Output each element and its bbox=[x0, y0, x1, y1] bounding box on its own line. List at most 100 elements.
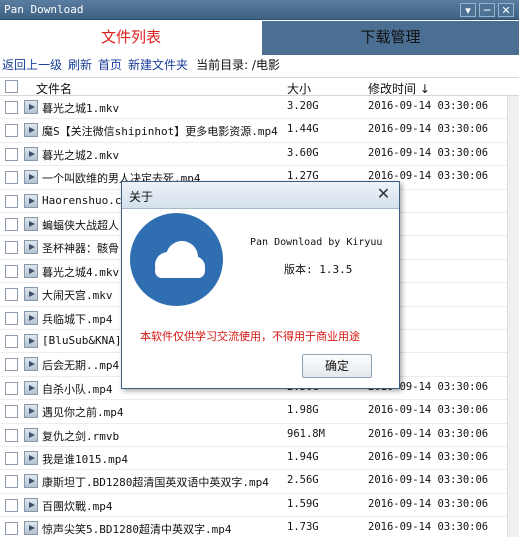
table-row[interactable]: 康斯坦丁.BD1280超清国英双语中英双字.mp4 2.56G 2016-09-14… bbox=[0, 470, 519, 494]
table-row[interactable]: 复仇之剑.rmvb 961.8M 2016-09-14 03:30:06 bbox=[0, 424, 519, 447]
row-checkbox[interactable] bbox=[5, 452, 18, 465]
file-name[interactable]: 暮光之城1.mkv bbox=[42, 100, 119, 116]
toolbar: 返回上一级 刷新 首页 新建文件夹 当前目录: /电影 bbox=[0, 55, 519, 75]
cloud-logo-icon bbox=[130, 213, 223, 306]
file-size: 1.98G bbox=[287, 404, 319, 417]
file-size: 1.44G bbox=[287, 123, 319, 136]
row-checkbox[interactable] bbox=[5, 358, 18, 372]
file-modified-time: 2016-09-14 03:30:06 bbox=[368, 146, 489, 159]
video-file-icon bbox=[24, 263, 38, 278]
video-file-icon bbox=[24, 451, 38, 465]
video-file-icon bbox=[24, 334, 38, 348]
ok-button[interactable]: 确定 bbox=[302, 354, 372, 378]
video-file-icon bbox=[24, 474, 38, 489]
file-name[interactable]: 兵临城下.mp4 bbox=[42, 311, 113, 327]
file-name[interactable]: 圣杯神器：骸骨 bbox=[42, 240, 119, 256]
table-row[interactable]: 魔S【关注微信shipinhot】更多电影资源.mp4 1.44G 2016-09-… bbox=[0, 119, 519, 143]
row-checkbox[interactable] bbox=[5, 288, 18, 302]
file-name[interactable]: 百團炊戰.mp4 bbox=[42, 498, 113, 514]
video-file-icon bbox=[24, 427, 38, 442]
file-modified-time: 2016-09-14 03:30:06 bbox=[368, 427, 489, 440]
about-dialog: 关于 ✕ Pan Download by Kiryuu 版本: 1.3.5 本软… bbox=[121, 181, 400, 389]
minimize-button[interactable]: ─ bbox=[479, 3, 495, 17]
video-file-icon bbox=[24, 521, 38, 536]
table-row[interactable]: 我是谁1015.mp4 1.94G 2016-09-14 03:30:06 bbox=[0, 447, 519, 471]
new-folder-link[interactable]: 新建文件夹 bbox=[128, 58, 188, 72]
usage-warning-text: 本软件仅供学习交流使用，不得用于商业用途 bbox=[140, 330, 360, 343]
select-all-checkbox[interactable] bbox=[5, 80, 18, 93]
video-file-icon bbox=[24, 100, 38, 114]
tab-download-manager[interactable]: 下载管理 bbox=[262, 21, 519, 55]
table-row[interactable]: 暮光之城2.mkv 3.60G 2016-09-14 03:30:06 bbox=[0, 143, 519, 167]
column-size[interactable]: 大小 bbox=[287, 80, 311, 97]
file-size: 3.60G bbox=[287, 146, 319, 159]
row-checkbox[interactable] bbox=[5, 428, 18, 442]
tab-bar: 文件列表 下载管理 bbox=[0, 21, 519, 55]
file-size: 961.8M bbox=[287, 427, 325, 440]
row-checkbox[interactable] bbox=[5, 381, 18, 395]
file-name[interactable]: 我是谁1015.mp4 bbox=[42, 451, 128, 467]
file-size: 1.59G bbox=[287, 497, 319, 510]
row-checkbox[interactable] bbox=[5, 498, 18, 512]
file-modified-time: 2016-09-14 03:30:06 bbox=[368, 451, 489, 463]
video-file-icon bbox=[24, 123, 38, 138]
row-checkbox[interactable] bbox=[5, 241, 18, 255]
file-name[interactable]: 康斯坦丁.BD1280超清国英双语中英双字.mp4 bbox=[42, 474, 269, 490]
row-checkbox[interactable] bbox=[5, 264, 18, 278]
file-name[interactable]: 魔S【关注微信shipinhot】更多电影资源.mp4 bbox=[42, 123, 278, 139]
tab-file-list[interactable]: 文件列表 bbox=[0, 21, 262, 55]
row-checkbox[interactable] bbox=[5, 171, 18, 185]
row-checkbox[interactable] bbox=[5, 311, 18, 325]
column-modified-time[interactable]: 修改时间 ↓ bbox=[368, 80, 430, 97]
video-file-icon bbox=[24, 170, 38, 185]
table-row[interactable]: 遇见你之前.mp4 1.98G 2016-09-14 03:30:06 bbox=[0, 400, 519, 424]
row-checkbox[interactable] bbox=[5, 475, 18, 489]
dialog-title: 关于 bbox=[129, 190, 154, 204]
version-text: 版本: 1.3.5 bbox=[284, 263, 353, 276]
row-checkbox[interactable] bbox=[5, 194, 18, 208]
row-checkbox[interactable] bbox=[5, 147, 18, 161]
file-name[interactable]: 暮光之城4.mkv bbox=[42, 264, 119, 280]
table-header: 文件名 大小 修改时间 ↓ bbox=[0, 77, 519, 96]
file-name[interactable]: 惊声尖笑5.BD1280超清中英双字.mp4 bbox=[42, 521, 231, 537]
row-checkbox[interactable] bbox=[5, 522, 18, 536]
refresh-link[interactable]: 刷新 bbox=[68, 58, 92, 72]
video-file-icon bbox=[24, 193, 38, 208]
file-name[interactable]: [BluSub&KNA] bbox=[42, 334, 121, 347]
video-file-icon bbox=[24, 217, 38, 231]
current-directory: 当前目录: /电影 bbox=[196, 58, 280, 72]
file-modified-time: 2016-09-14 03:30:06 bbox=[368, 497, 489, 510]
file-name[interactable]: 自杀小队.mp4 bbox=[42, 381, 113, 397]
title-bar: Pan Download ▾ ─ ✕ bbox=[0, 0, 519, 20]
column-filename[interactable]: 文件名 bbox=[36, 80, 72, 97]
file-name[interactable]: Haorenshuo.co bbox=[42, 194, 128, 207]
file-name[interactable]: 蝙蝠侠大战超人 bbox=[42, 217, 119, 233]
scrollbar[interactable] bbox=[507, 96, 519, 537]
table-row[interactable]: 百團炊戰.mp4 1.59G 2016-09-14 03:30:06 bbox=[0, 494, 519, 518]
video-file-icon bbox=[24, 497, 38, 512]
go-up-link[interactable]: 返回上一级 bbox=[2, 58, 62, 72]
video-file-icon bbox=[24, 310, 38, 325]
row-checkbox[interactable] bbox=[5, 218, 18, 231]
video-file-icon bbox=[24, 404, 38, 419]
close-button[interactable]: ✕ bbox=[498, 3, 514, 17]
dialog-close-icon[interactable]: ✕ bbox=[374, 185, 393, 204]
file-size: 2.56G bbox=[287, 474, 319, 487]
file-name[interactable]: 大闹天宫.mkv bbox=[42, 287, 113, 303]
file-name[interactable]: 暮光之城2.mkv bbox=[42, 147, 119, 163]
file-modified-time: 2016-09-14 03:30:06 bbox=[368, 521, 489, 534]
table-row[interactable]: 惊声尖笑5.BD1280超清中英双字.mp4 1.73G 2016-09-14 03… bbox=[0, 517, 519, 537]
file-name[interactable]: 复仇之剑.rmvb bbox=[42, 428, 119, 444]
table-row[interactable]: 暮光之城1.mkv 3.20G 2016-09-14 03:30:06 bbox=[0, 96, 519, 120]
file-name[interactable]: 后会无期..mp4 bbox=[42, 357, 119, 373]
video-file-icon bbox=[24, 357, 38, 372]
row-checkbox[interactable] bbox=[5, 101, 18, 114]
home-link[interactable]: 首页 bbox=[98, 58, 122, 72]
row-checkbox[interactable] bbox=[5, 405, 18, 419]
row-checkbox[interactable] bbox=[5, 124, 18, 138]
video-file-icon bbox=[24, 380, 38, 395]
file-name[interactable]: 遇见你之前.mp4 bbox=[42, 404, 124, 420]
row-checkbox[interactable] bbox=[5, 335, 18, 348]
app-name-text: Pan Download by Kiryuu bbox=[250, 237, 383, 248]
menu-dropdown-button[interactable]: ▾ bbox=[460, 3, 476, 17]
